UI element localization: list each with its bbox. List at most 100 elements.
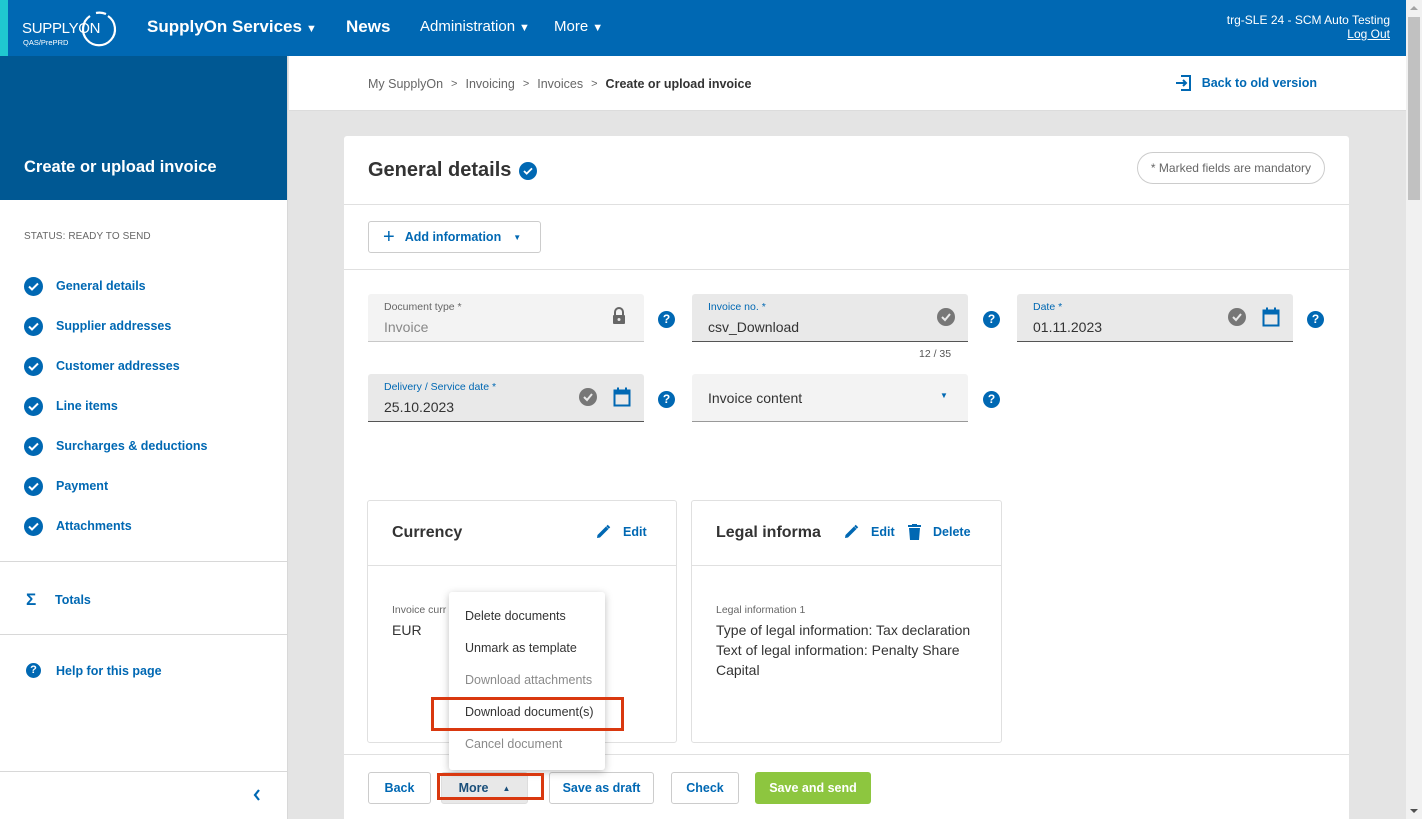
calendar-icon[interactable] [1262,307,1280,332]
save-as-draft-button[interactable]: Save as draft [549,772,654,804]
supplyon-logo[interactable]: SUPPLYON QAS/PrePRD [22,10,122,47]
menu-item-delete-documents[interactable]: Delete documents [449,600,605,632]
scrollbar-thumb[interactable] [1408,17,1420,200]
sidebar-item-supplier-addresses[interactable]: Supplier addresses [24,316,171,336]
back-to-old-version-link[interactable]: Back to old version [1175,75,1317,91]
date-field[interactable]: Date * 01.11.2023 [1017,294,1293,342]
sidebar-item-label: Customer addresses [56,359,180,373]
currency-edit-button[interactable]: Edit [595,524,647,540]
legal-info-label: Legal information 1 [716,604,806,616]
back-button[interactable]: Back [368,772,431,804]
legal-info-line: Type of legal information: Tax declarati… [716,622,971,638]
menu-item-cancel-document: Cancel document [465,737,563,751]
nav-supplyon-services[interactable]: SupplyOn Services ▼ [147,17,317,37]
sidebar-header: Create or upload invoice [0,56,287,200]
check-circle-icon [1228,308,1246,331]
check-circle-icon [579,388,597,411]
sidebar-divider [0,634,288,635]
more-button[interactable]: More ▲ [441,772,528,804]
check-circle-icon [937,308,955,331]
legal-delete-button[interactable]: Delete [908,524,971,540]
legal-info-line: Capital [716,662,760,678]
trash-icon [908,524,921,540]
check-button[interactable]: Check [671,772,739,804]
sidebar-item-surcharges-deductions[interactable]: Surcharges & deductions [24,436,207,456]
check-circle-icon [24,276,43,296]
field-value: 01.11.2023 [1033,319,1103,335]
breadcrumb-current: Create or upload invoice [605,77,752,91]
edit-label: Edit [623,525,647,539]
add-information-label: Add information [404,230,502,244]
sidebar-item-label: Totals [55,593,91,607]
pencil-icon [845,524,859,538]
sidebar-divider [0,561,288,562]
sidebar-item-line-items[interactable]: Line items [24,396,118,416]
check-circle-icon [24,356,43,376]
nav-label: More [554,18,589,35]
sidebar-item-general-details[interactable]: General details [24,276,146,296]
sidebar-help-link[interactable]: ? Help for this page [26,663,162,678]
sigma-icon: Σ [26,590,37,609]
section-title-text: General details [368,159,512,181]
caret-down-icon: ▼ [592,22,604,34]
legal-card-header: Legal informa Edit Delete [692,501,1001,566]
page-scrollbar[interactable] [1406,0,1422,819]
logout-link[interactable]: Log Out [1227,27,1390,41]
field-label: Date * [1033,301,1063,313]
sidebar-item-totals[interactable]: Σ Totals [26,590,91,610]
nav-more[interactable]: More ▼ [554,18,603,35]
delivery-service-date-field[interactable]: Delivery / Service date * 25.10.2023 [368,374,644,422]
sidebar-item-payment[interactable]: Payment [24,476,108,496]
legal-edit-button[interactable]: Edit [843,524,895,540]
document-type-field[interactable]: Document type * Invoice [368,294,644,342]
nav-administration[interactable]: Administration ▼ [420,18,530,35]
invoice-content-help-icon[interactable]: ? [983,391,1000,408]
delivery-date-help-icon[interactable]: ? [658,391,675,408]
sidebar-item-label: Attachments [56,519,132,533]
nav-label: Administration [420,18,516,35]
date-help-icon[interactable]: ? [1307,311,1324,328]
sign-in-icon [1175,75,1191,91]
breadcrumb-invoices[interactable]: Invoices [537,77,583,91]
nav-label: News [346,17,391,36]
scroll-up-icon[interactable] [1410,6,1418,10]
sidebar-item-label: Line items [56,399,118,413]
nav-news[interactable]: News [346,17,390,37]
delete-label: Delete [933,525,971,539]
accent-strip [0,0,8,56]
currency-card-header: Currency Edit [368,501,676,566]
status-label: STATUS: READY TO SEND [24,231,151,242]
edit-label: Edit [871,525,895,539]
invoice-content-select[interactable]: Invoice content ▼ [692,374,968,422]
save-and-send-button[interactable]: Save and send [755,772,871,804]
back-to-old-version-label: Back to old version [1201,76,1317,90]
field-value: 25.10.2023 [384,399,455,415]
document-type-help-icon[interactable]: ? [658,311,675,328]
add-information-row: + Add information ▼ [344,205,1349,270]
caret-down-icon: ▼ [940,391,948,400]
scroll-down-icon[interactable] [1410,809,1418,813]
sidebar-divider [0,771,288,772]
add-information-button[interactable]: + Add information ▼ [368,221,541,253]
invoice-number-field[interactable]: Invoice no. * csv_Download [692,294,968,342]
caret-down-icon: ▼ [305,23,317,35]
check-circle-icon [24,316,43,336]
invoice-number-help-icon[interactable]: ? [983,311,1000,328]
more-label: More [458,781,489,795]
breadcrumb-invoicing[interactable]: Invoicing [465,77,514,91]
collapse-sidebar-button[interactable] [252,788,264,802]
sidebar-item-label: General details [56,279,146,293]
menu-item-unmark-as-template[interactable]: Unmark as template [449,632,605,664]
breadcrumb-my-supplyon[interactable]: My SupplyOn [368,77,443,91]
menu-item-download-documents[interactable]: Download document(s) [449,696,605,728]
pencil-icon [597,524,611,538]
nav-label: SupplyOn Services [147,17,302,36]
sidebar-item-customer-addresses[interactable]: Customer addresses [24,356,180,376]
field-value: Invoice [384,319,429,335]
breadcrumb-separator-icon: > [591,78,598,90]
user-name: trg-SLE 24 - SCM Auto Testing [1226,13,1390,27]
legal-info-line: Text of legal information: Penalty Share [716,642,960,658]
calendar-icon[interactable] [613,387,631,412]
check-circle-icon [24,516,43,536]
sidebar-item-attachments[interactable]: Attachments [24,516,132,536]
